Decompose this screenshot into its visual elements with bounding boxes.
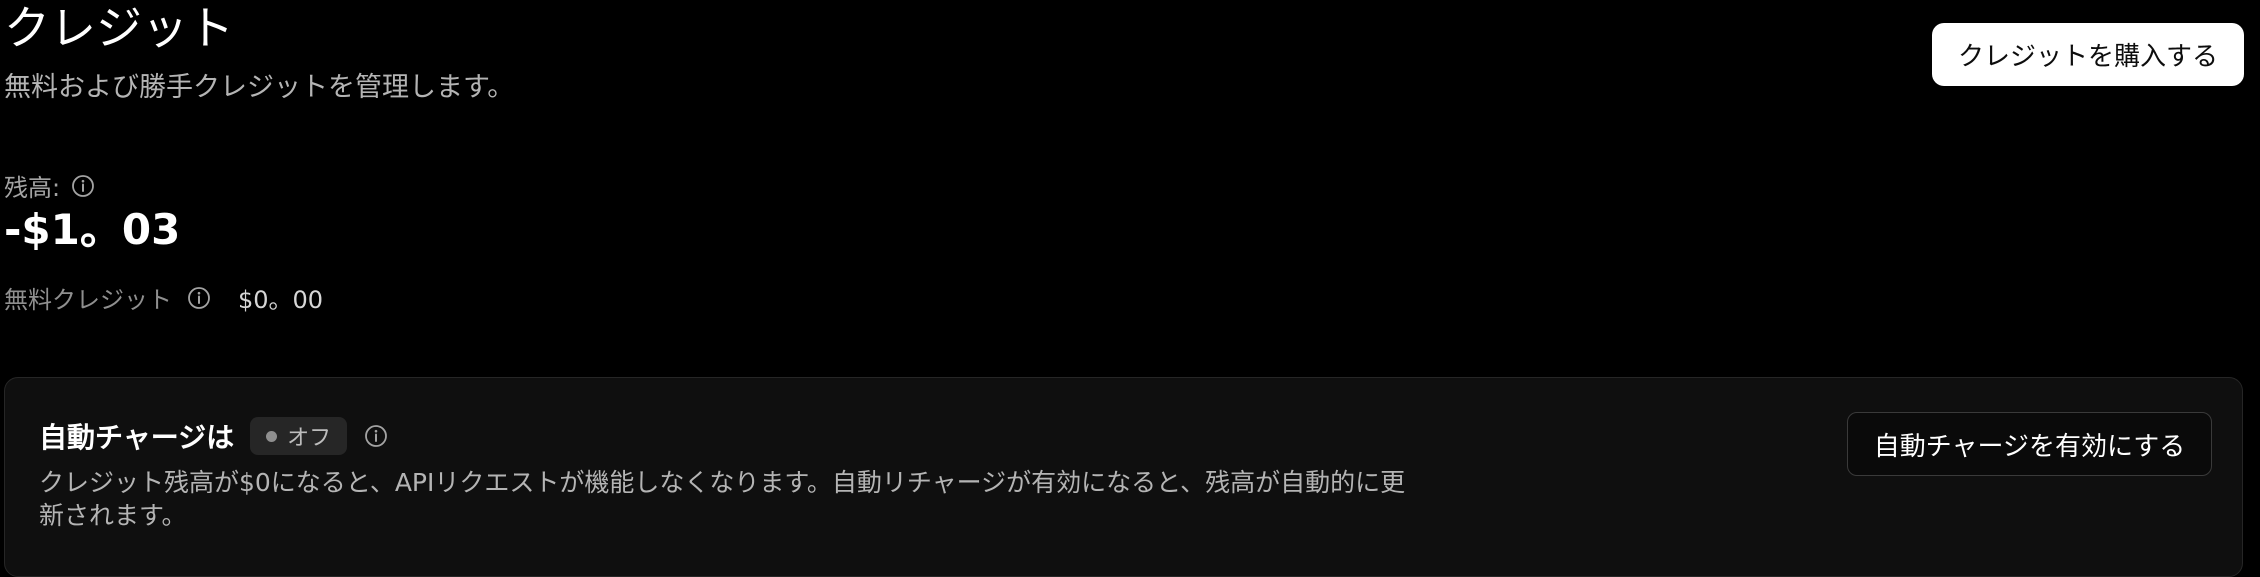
auto-recharge-title: 自動チャージは — [39, 421, 235, 454]
balance-value: -$1。03 — [4, 205, 181, 254]
free-credit-value: $0。00 — [238, 286, 324, 314]
auto-recharge-info-icon[interactable] — [363, 423, 389, 449]
enable-auto-recharge-button[interactable]: 自動チャージを有効にする — [1847, 412, 2212, 476]
status-dot-icon — [266, 430, 278, 442]
auto-recharge-card: 自動チャージは オフ クレジット残高が$0になると、APIリクエストが機能しなく… — [4, 377, 2243, 577]
status-badge: オフ — [250, 417, 348, 455]
free-credit-row: 無料クレジット $0。00 — [4, 280, 323, 315]
free-credit-label: 無料クレジット — [4, 286, 172, 314]
balance-info-icon[interactable] — [70, 173, 96, 199]
buy-credits-button[interactable]: クレジットを購入する — [1932, 23, 2244, 86]
balance-label-row: 残高: — [4, 168, 96, 203]
free-credit-info-icon[interactable] — [186, 285, 212, 311]
status-text: オフ — [287, 426, 332, 451]
page-subtitle: 無料および勝手クレジットを管理します。 — [4, 72, 515, 103]
auto-recharge-title-row: 自動チャージは オフ — [39, 416, 389, 456]
balance-label: 残高: — [4, 174, 61, 202]
page-title: クレジット — [4, 1, 234, 55]
auto-recharge-description: クレジット残高が$0になると、APIリクエストが機能しなくなります。自動リチャー… — [39, 468, 1406, 530]
